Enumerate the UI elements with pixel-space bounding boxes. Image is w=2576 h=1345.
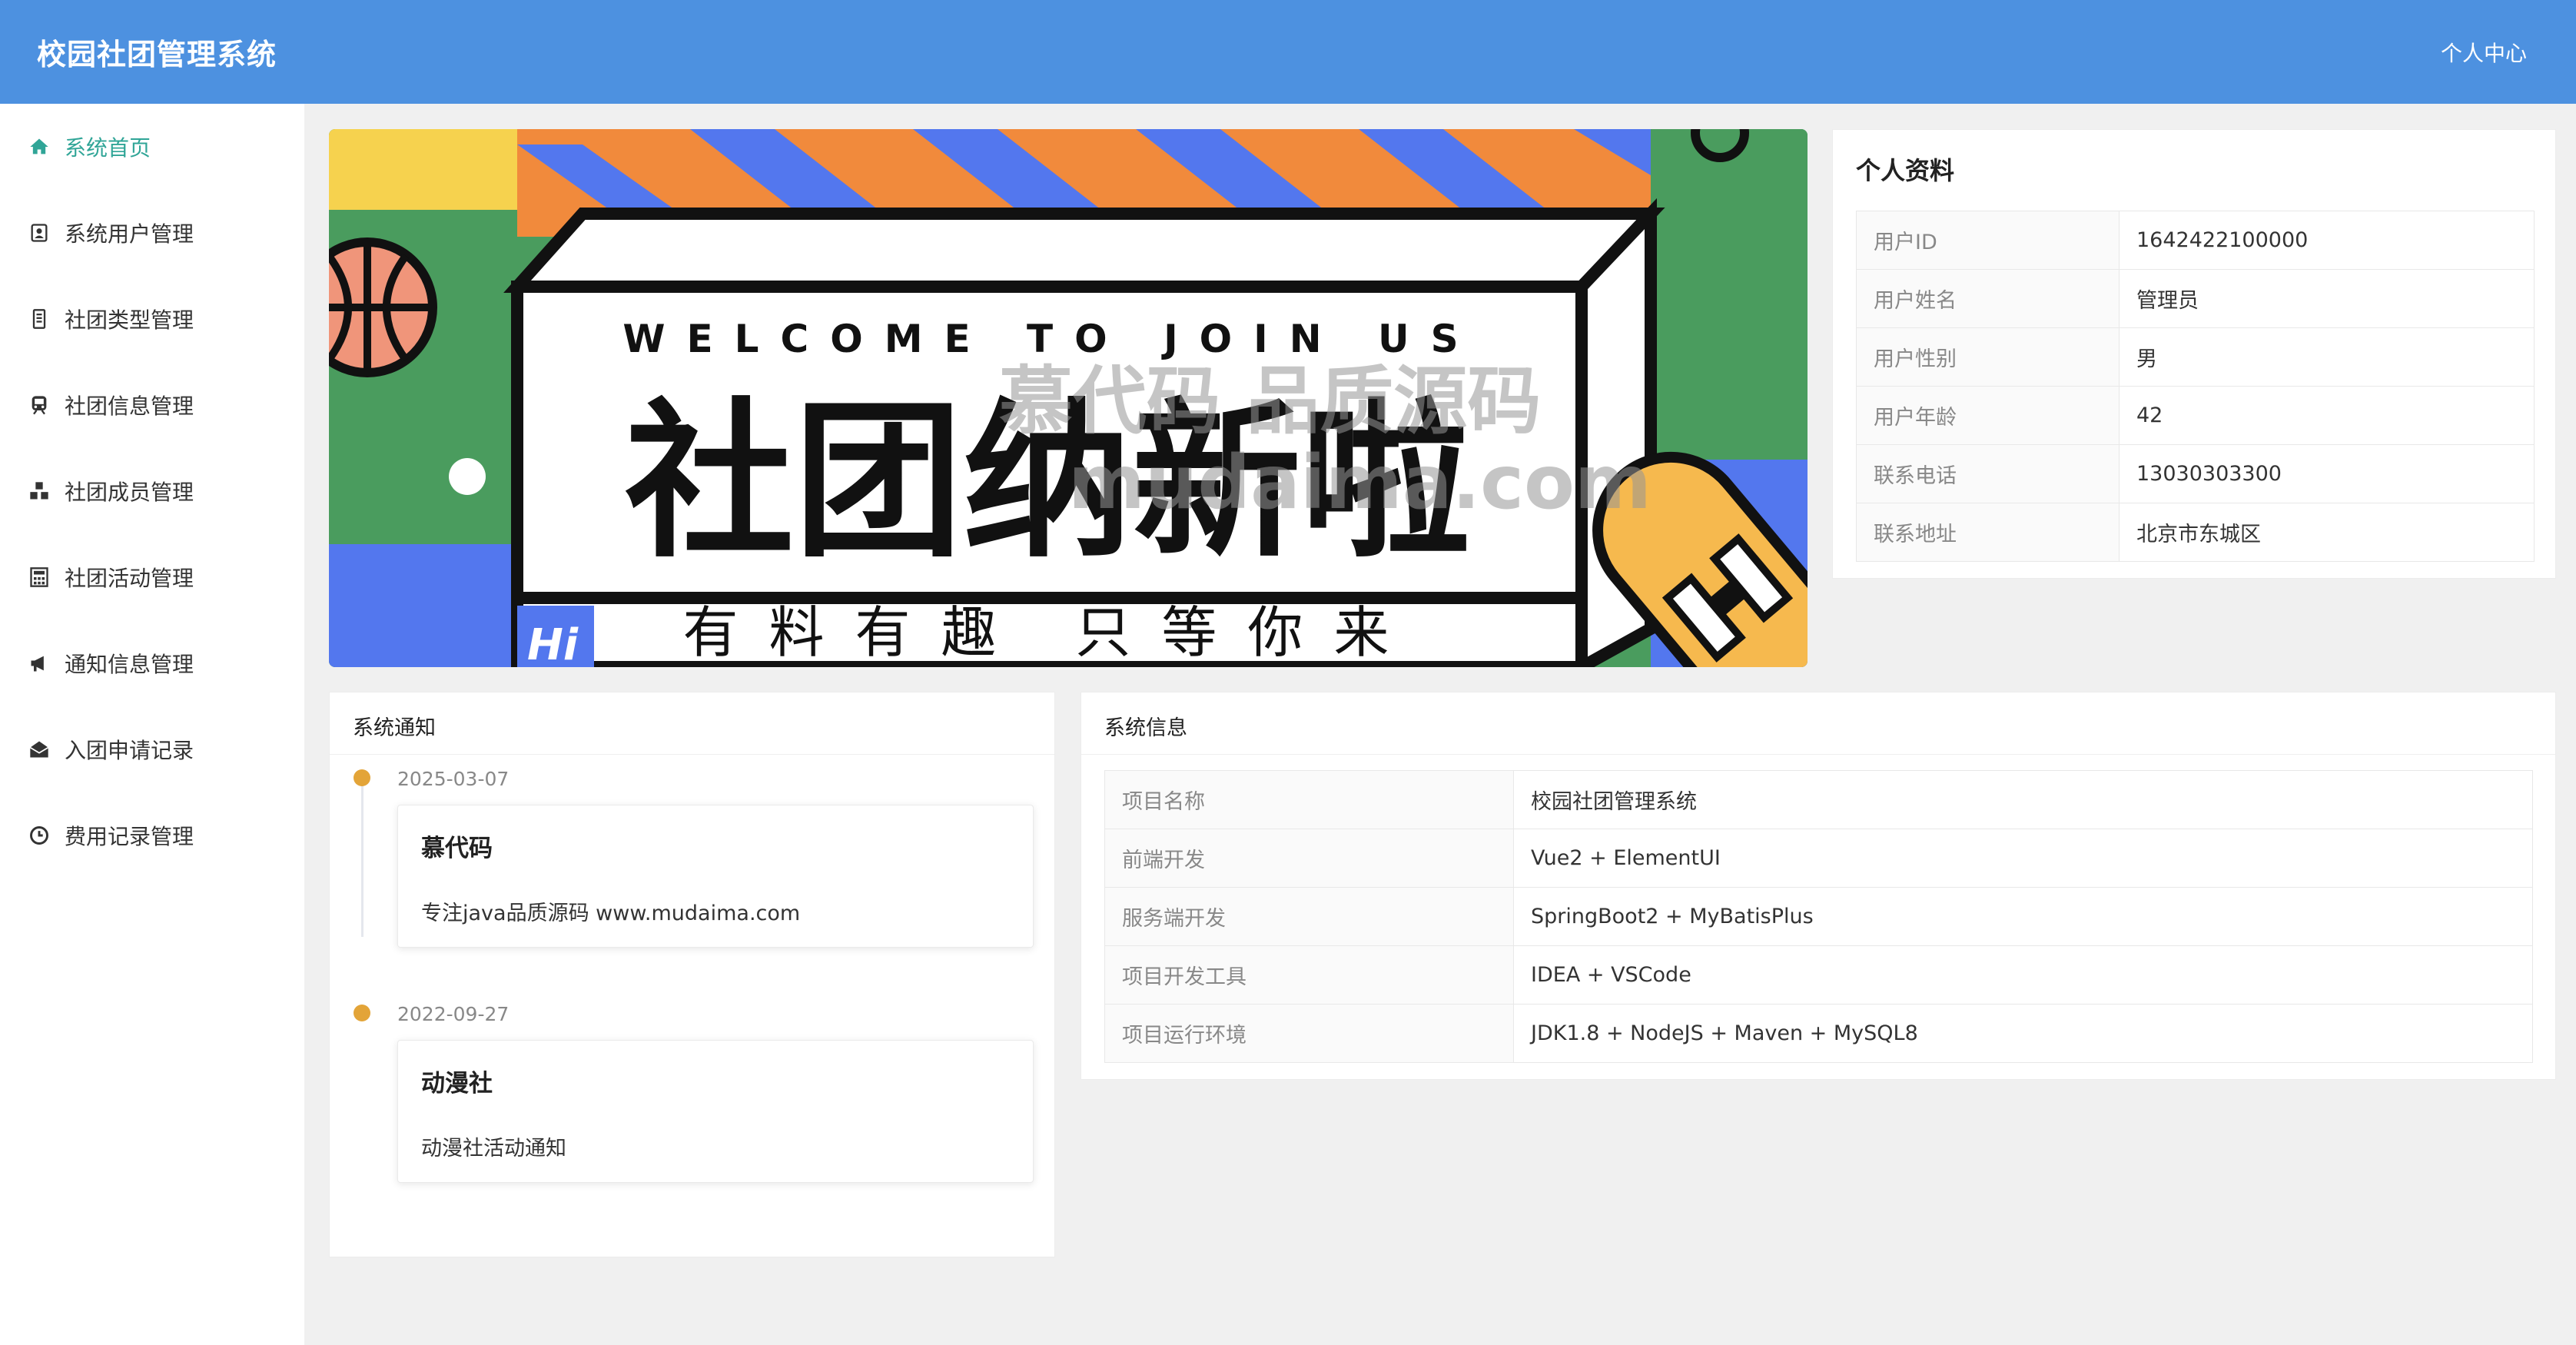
sidebar-item-club-info[interactable]: 社团信息管理 xyxy=(0,362,304,448)
table-row: 项目运行环境 JDK1.8 + NodeJS + Maven + MySQL8 xyxy=(1104,1004,2533,1063)
sysinfo-value: IDEA + VSCode xyxy=(1513,945,2533,1005)
sidebar-item-club-types[interactable]: 社团类型管理 xyxy=(0,276,304,362)
notice-item-title: 动漫社 xyxy=(421,1070,493,1098)
sidebar-item-fees[interactable]: 费用记录管理 xyxy=(0,792,304,878)
sysinfo-value: SpringBoot2 + MyBatisPlus xyxy=(1513,887,2533,946)
sidebar-item-members[interactable]: 社团成员管理 xyxy=(0,448,304,534)
app-title: 校园社团管理系统 xyxy=(37,38,277,71)
calculator-icon xyxy=(28,566,51,589)
banner-headline-cn: 社团纳新啦 xyxy=(625,384,1470,580)
top-header: 校园社团管理系统 个人中心 xyxy=(0,0,2576,104)
sysinfo-table: 项目名称 校园社团管理系统 前端开发 Vue2 + ElementUI 服务端开发 S… xyxy=(1104,770,2533,1063)
profile-key: 用户性别 xyxy=(1856,327,2120,387)
sidebar-item-label: 入团申请记录 xyxy=(65,738,194,763)
profile-table: 用户ID 1642422100000 用户姓名 管理员 用户性别男 用户年龄 42 联… xyxy=(1856,211,2535,562)
table-row: 项目开发工具 IDEA + VSCode xyxy=(1104,945,2533,1005)
profile-value: 北京市东城区 xyxy=(2119,503,2535,562)
sysinfo-key: 项目运行环境 xyxy=(1104,1004,1514,1063)
banner-corner-text: Hi xyxy=(527,620,579,667)
bullhorn-icon xyxy=(28,652,51,675)
table-row: 联系地址 北京市东城区 xyxy=(1856,503,2535,562)
sidebar-item-label: 社团活动管理 xyxy=(65,566,194,591)
table-row: 用户年龄 42 xyxy=(1856,386,2535,445)
banner-illustration: Hi WELCOME TO JOIN US 社团纳新啦 有料有趣 只等你来 xyxy=(329,129,1808,667)
notice-item[interactable]: 动漫社 动漫社活动通知 xyxy=(397,1040,1034,1183)
notice-item[interactable]: 慕代码 专注java品质源码 www.mudaima.com xyxy=(397,805,1034,948)
notice-card: 系统通知 2025-03-07 慕代码 专注java品质源码 www.mudai… xyxy=(329,692,1055,1257)
table-row: 服务端开发 SpringBoot2 + MyBatisPlus xyxy=(1104,887,2533,946)
cubes-icon xyxy=(28,480,51,503)
timeline-dot xyxy=(354,1005,370,1021)
notice-item-desc: 动漫社活动通知 xyxy=(421,1137,566,1161)
sidebar-item-activities[interactable]: 社团活动管理 xyxy=(0,534,304,620)
user-center-link[interactable]: 个人中心 xyxy=(2441,37,2527,68)
sidebar-item-notices[interactable]: 通知信息管理 xyxy=(0,620,304,706)
profile-key: 用户ID xyxy=(1856,211,2120,270)
profile-card: 个人资料 用户ID 1642422100000 用户姓名 管理员 用户性别男 用户年… xyxy=(1832,129,2556,579)
banner-subline-cn: 有料有趣 只等你来 xyxy=(683,600,1420,665)
notice-item-title: 慕代码 xyxy=(421,835,493,862)
table-row: 联系电话 13030303300 xyxy=(1856,444,2535,503)
sysinfo-value: 校园社团管理系统 xyxy=(1513,770,2533,829)
notice-title: 系统通知 xyxy=(353,716,436,740)
notice-date: 2022-09-27 xyxy=(397,1003,510,1025)
sidebar-item-users[interactable]: 系统用户管理 xyxy=(0,190,304,276)
sysinfo-title: 系统信息 xyxy=(1104,716,1187,740)
timeline-dot xyxy=(354,769,370,786)
clock-icon xyxy=(28,824,51,847)
profile-value: 管理员 xyxy=(2119,269,2535,328)
sidebar-item-label: 社团类型管理 xyxy=(65,307,194,333)
profile-key: 联系电话 xyxy=(1856,444,2120,503)
sysinfo-value: Vue2 + ElementUI xyxy=(1513,829,2533,888)
profile-title: 个人资料 xyxy=(1856,156,1955,185)
sidebar-item-label: 费用记录管理 xyxy=(65,824,194,849)
banner-headline-en: WELCOME TO JOIN US xyxy=(622,317,1479,361)
profile-value: 1642422100000 xyxy=(2119,211,2535,270)
user-card-icon xyxy=(28,221,51,244)
sysinfo-key: 项目名称 xyxy=(1104,770,1514,829)
home-icon xyxy=(28,135,51,158)
sidebar-item-label: 通知信息管理 xyxy=(65,652,194,677)
sidebar-item-label: 系统首页 xyxy=(65,135,151,161)
profile-key: 联系地址 xyxy=(1856,503,2120,562)
sysinfo-key: 项目开发工具 xyxy=(1104,945,1514,1005)
notice-date: 2025-03-07 xyxy=(397,768,510,790)
profile-key: 用户年龄 xyxy=(1856,386,2120,445)
sysinfo-value: JDK1.8 + NodeJS + Maven + MySQL8 xyxy=(1513,1004,2533,1063)
sysinfo-key: 前端开发 xyxy=(1104,829,1514,888)
profile-value: 13030303300 xyxy=(2119,444,2535,503)
table-row: 用户ID 1642422100000 xyxy=(1856,211,2535,270)
book-icon xyxy=(28,307,51,330)
envelope-open-icon xyxy=(28,738,51,761)
notice-item-desc: 专注java品质源码 www.mudaima.com xyxy=(421,902,801,925)
sysinfo-card: 系统信息 项目名称 校园社团管理系统 前端开发 Vue2 + ElementUI 服… xyxy=(1081,692,2556,1080)
card-divider xyxy=(1081,754,2555,755)
profile-key: 用户姓名 xyxy=(1856,269,2120,328)
table-row: 前端开发 Vue2 + ElementUI xyxy=(1104,829,2533,888)
profile-value: 42 xyxy=(2119,386,2535,445)
sidebar-item-label: 社团成员管理 xyxy=(65,480,194,505)
profile-value: 男 xyxy=(2119,327,2535,387)
card-divider xyxy=(330,754,1054,755)
timeline-line xyxy=(361,783,363,937)
table-row: 用户性别男 xyxy=(1856,327,2535,387)
table-row: 项目名称 校园社团管理系统 xyxy=(1104,770,2533,829)
sidebar-item-home[interactable]: 系统首页 xyxy=(0,104,304,190)
sidebar-item-label: 系统用户管理 xyxy=(65,221,194,247)
sidebar-item-label: 社团信息管理 xyxy=(65,394,194,419)
table-row: 用户姓名 管理员 xyxy=(1856,269,2535,328)
sysinfo-key: 服务端开发 xyxy=(1104,887,1514,946)
sidebar: 系统首页 系统用户管理 社团类型管理 社团信息管理 社团成员管理 社团活动管理 xyxy=(0,104,304,1345)
sidebar-item-applications[interactable]: 入团申请记录 xyxy=(0,706,304,792)
train-icon xyxy=(28,394,51,417)
welcome-banner: Hi WELCOME TO JOIN US 社团纳新啦 有料有趣 只等你来 xyxy=(329,129,1808,667)
